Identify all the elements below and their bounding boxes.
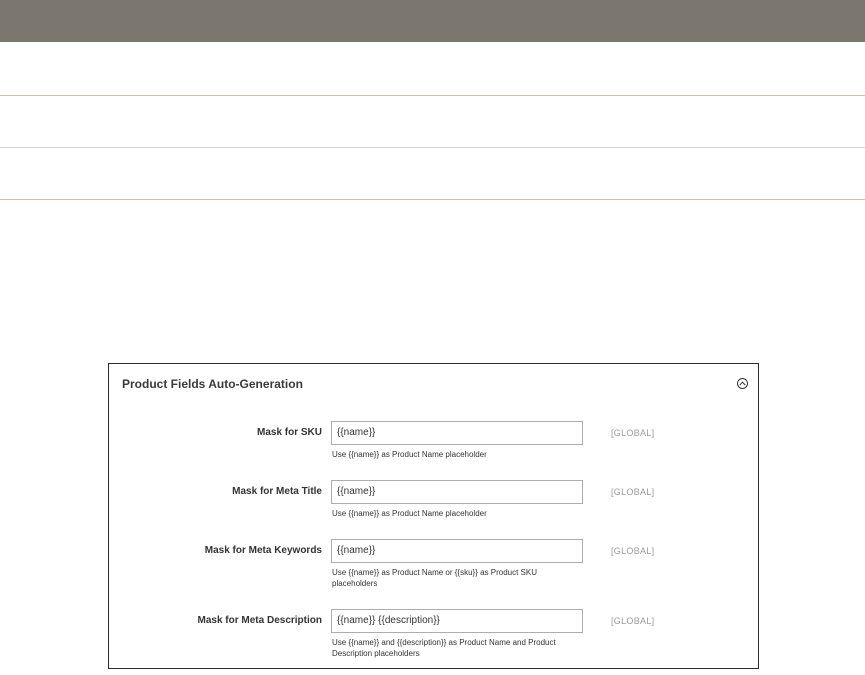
field-label: Mask for Meta Description: [197, 615, 322, 626]
auto-generation-panel: Product Fields Auto-Generation Mask for …: [108, 363, 759, 669]
field-label: Mask for SKU: [256, 427, 322, 438]
field-note: Use {{name}} as Product Name or {{sku}} …: [332, 568, 538, 588]
meta-keywords-mask-input[interactable]: {{name}}: [331, 539, 583, 563]
meta-title-mask-input[interactable]: {{name}}: [331, 480, 583, 504]
field-note: Use {{name}} as Product Name placeholder: [332, 450, 487, 459]
scope-badge: [GLOBAL]: [611, 487, 655, 497]
sku-mask-input[interactable]: {{name}}: [331, 421, 583, 445]
scope-badge: [GLOBAL]: [611, 428, 655, 438]
meta-description-mask-input[interactable]: {{name}} {{description}}: [331, 609, 583, 633]
scope-badge: [GLOBAL]: [611, 546, 655, 556]
field-label: Mask for Meta Keywords: [204, 545, 322, 556]
scope-badge: [GLOBAL]: [611, 616, 655, 626]
top-bar: [0, 0, 865, 42]
divider: [0, 95, 865, 96]
divider: [0, 147, 865, 148]
chevron-up-icon: [739, 381, 746, 386]
field-label: Mask for Meta Title: [232, 486, 322, 497]
field-note: Use {{name}} and {{description}} as Prod…: [332, 638, 556, 658]
collapse-button[interactable]: [737, 378, 748, 389]
divider: [0, 199, 865, 200]
panel-title: Product Fields Auto-Generation: [122, 377, 303, 391]
field-note: Use {{name}} as Product Name placeholder: [332, 509, 487, 518]
